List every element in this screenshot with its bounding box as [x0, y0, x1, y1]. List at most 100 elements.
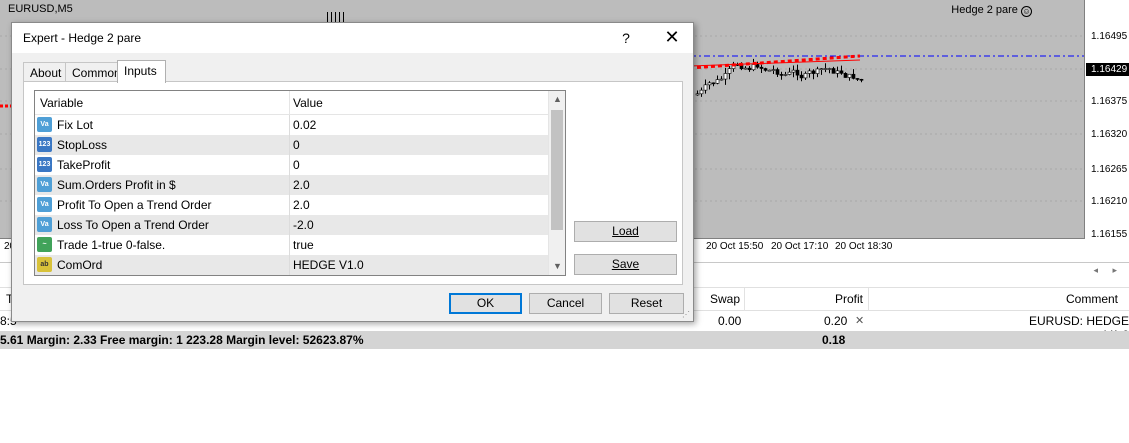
- ok-button[interactable]: OK: [449, 293, 522, 314]
- save-button[interactable]: Save: [574, 254, 677, 275]
- scroll-thumb[interactable]: [551, 110, 563, 230]
- cancel-button[interactable]: Cancel: [529, 293, 602, 314]
- input-variable-name: Loss To Open a Trend Order: [57, 218, 209, 232]
- candle-body: [779, 74, 784, 76]
- input-value[interactable]: 2.0: [293, 178, 310, 192]
- input-row[interactable]: 123 StopLoss 0: [35, 135, 548, 155]
- price-axis: 1.16495 1.16429 1.16375 1.16320 1.16265 …: [1086, 0, 1129, 240]
- expert-label[interactable]: Hedge 2 pare ☺: [951, 4, 1032, 17]
- input-variable-name: Sum.Orders Profit in $: [57, 178, 176, 192]
- candle-body: [815, 68, 820, 74]
- price-tick: 1.16375: [1091, 96, 1128, 107]
- smile-icon: ☺: [1021, 6, 1032, 17]
- dialog-title: Expert - Hedge 2 pare: [23, 31, 142, 45]
- input-value[interactable]: 0: [293, 158, 300, 172]
- chart-symbol-label: EURUSD,M5: [8, 3, 73, 15]
- input-variable-name: Profit To Open a Trend Order: [57, 198, 212, 212]
- candle-body: [755, 64, 760, 68]
- candle-body: [703, 84, 708, 91]
- double-icon: Va: [37, 197, 52, 212]
- candle-body: [847, 73, 852, 78]
- tab-inputs[interactable]: Inputs: [117, 60, 166, 83]
- input-value[interactable]: HEDGE V1.0: [293, 258, 364, 272]
- candle-body: [791, 69, 796, 73]
- string-icon: ab: [37, 257, 52, 272]
- input-variable-name: Fix Lot: [57, 118, 94, 132]
- load-button[interactable]: Load: [574, 221, 677, 242]
- col-profit[interactable]: Profit: [835, 292, 863, 306]
- candle-body: [747, 67, 752, 71]
- dialog-titlebar[interactable]: Expert - Hedge 2 pare ? ✕: [12, 23, 693, 53]
- column-divider: [289, 135, 290, 155]
- candle-body: [783, 74, 788, 76]
- candle-body: [743, 67, 748, 70]
- candle-body: [775, 69, 780, 75]
- candle-body: [707, 82, 712, 86]
- candle-body: [827, 68, 832, 70]
- candle-body: [767, 69, 772, 72]
- integer-icon: 123: [37, 157, 52, 172]
- input-value[interactable]: 0.02: [293, 118, 316, 132]
- scroll-down-icon[interactable]: ▼: [549, 258, 565, 275]
- input-value[interactable]: 2.0: [293, 198, 310, 212]
- tab-common[interactable]: Common: [65, 62, 121, 82]
- input-row[interactable]: ~ Trade 1-true 0-false. true: [35, 235, 548, 255]
- input-variable-name: ComOrd: [57, 258, 103, 272]
- inputs-grid[interactable]: Variable Value Va Fix Lot 0.02 123 StopLoss 0…: [34, 90, 566, 276]
- terminal-scroll-arrows[interactable]: ◂ ▸: [1093, 265, 1123, 276]
- col-comment[interactable]: Comment: [1066, 292, 1118, 306]
- candle-body: [719, 78, 724, 81]
- double-icon: Va: [37, 117, 52, 132]
- double-icon: Va: [37, 217, 52, 232]
- input-value[interactable]: true: [293, 238, 314, 252]
- price-tick: 1.16265: [1091, 164, 1128, 175]
- candle-body: [843, 73, 848, 78]
- input-row[interactable]: Va Sum.Orders Profit in $ 2.0: [35, 175, 548, 195]
- input-row[interactable]: Va Fix Lot 0.02: [35, 115, 548, 135]
- candle-body: [803, 73, 808, 79]
- expert-name: Hedge 2 pare: [951, 4, 1018, 16]
- close-icon[interactable]: ✕: [652, 23, 692, 53]
- candle-body: [787, 71, 792, 75]
- input-value[interactable]: -2.0: [293, 218, 314, 232]
- integer-icon: 123: [37, 137, 52, 152]
- candle-body: [819, 68, 824, 70]
- input-row[interactable]: ab ComOrd HEDGE V1.0: [35, 255, 548, 275]
- close-order-icon[interactable]: ✕: [855, 314, 864, 327]
- price-tick: 1.16210: [1091, 196, 1128, 207]
- input-row[interactable]: 123 TakeProfit 0: [35, 155, 548, 175]
- col-variable[interactable]: Variable: [40, 96, 83, 110]
- column-divider: [289, 255, 290, 275]
- grid-header: Variable Value: [35, 91, 548, 115]
- column-divider: [289, 235, 290, 255]
- help-icon[interactable]: ?: [609, 23, 643, 53]
- candle-body: [799, 74, 804, 79]
- candle-body: [859, 78, 864, 81]
- input-value[interactable]: 0: [293, 138, 300, 152]
- col-value[interactable]: Value: [293, 96, 323, 110]
- grid-scrollbar[interactable]: ▲ ▼: [548, 91, 565, 275]
- candle-body: [855, 78, 860, 80]
- price-tick: 1.16495: [1091, 31, 1128, 42]
- col-swap[interactable]: Swap: [710, 292, 740, 306]
- row-swap: 0.00: [718, 314, 742, 328]
- input-row[interactable]: Va Profit To Open a Trend Order 2.0: [35, 195, 548, 215]
- column-divider: [289, 155, 290, 175]
- resize-grip-icon[interactable]: ⋰: [682, 310, 691, 319]
- candle-body: [715, 79, 720, 84]
- column-divider: [289, 175, 290, 195]
- expert-properties-dialog[interactable]: Expert - Hedge 2 pare ? ✕ About Common I…: [11, 22, 694, 322]
- price-tick: 1.16155: [1091, 229, 1128, 240]
- column-divider: [289, 115, 290, 135]
- save-button-label: Save: [611, 257, 640, 271]
- candle-body: [699, 89, 704, 95]
- input-row[interactable]: Va Loss To Open a Trend Order -2.0: [35, 215, 548, 235]
- trend-line: [689, 54, 861, 70]
- scroll-up-icon[interactable]: ▲: [549, 91, 565, 108]
- time-tick: 20 Oct 15:50: [706, 241, 764, 252]
- reset-button[interactable]: Reset: [609, 293, 684, 314]
- candle-body: [835, 70, 840, 74]
- column-divider: [868, 288, 869, 311]
- tab-about[interactable]: About: [23, 62, 66, 82]
- candle-body: [723, 73, 728, 80]
